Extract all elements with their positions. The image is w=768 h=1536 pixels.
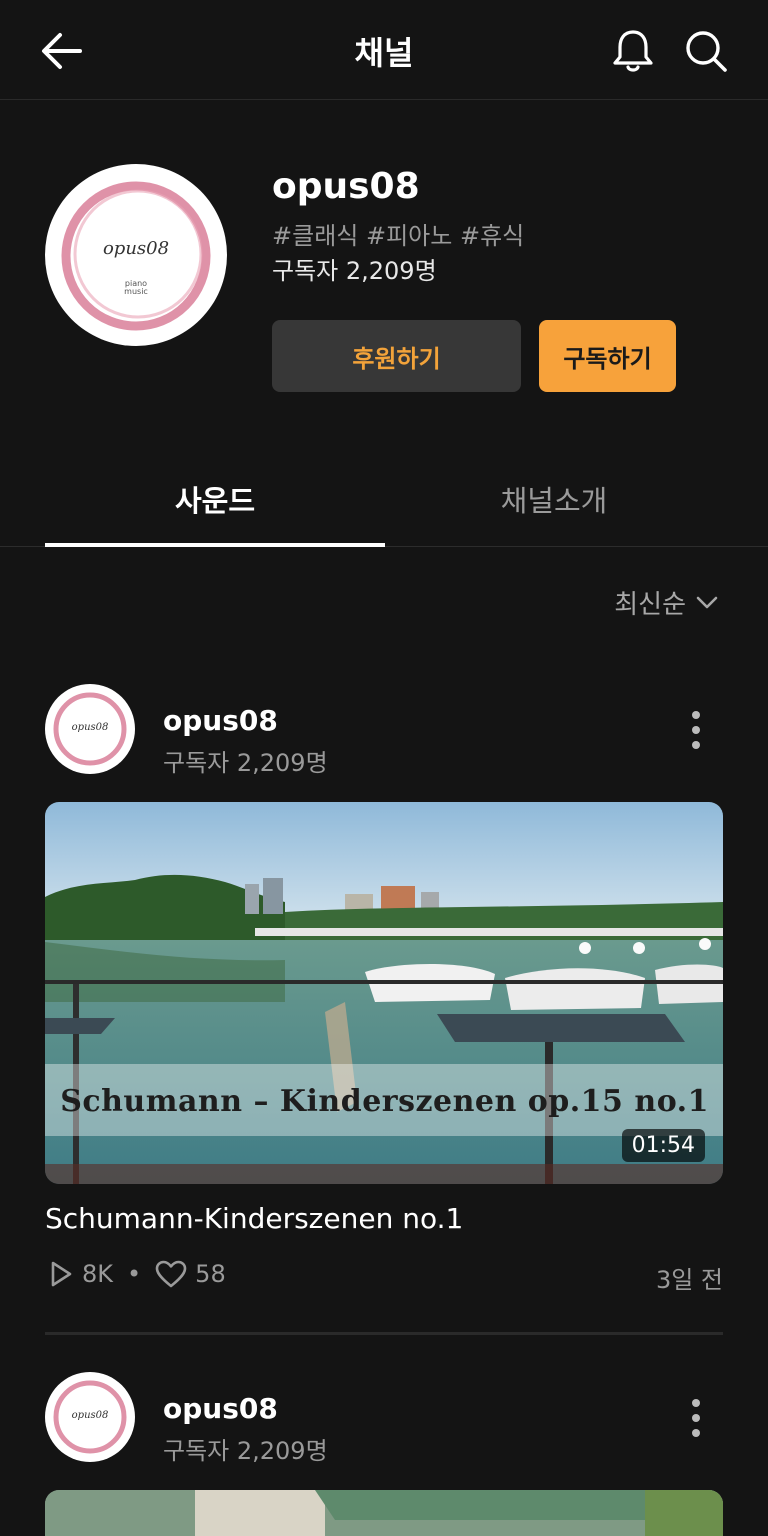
post-stats: 8K • 58 — [48, 1260, 226, 1288]
post-author-subscribers: 구독자 2,209명 — [163, 1437, 328, 1465]
channel-logo: opus08 piano music — [45, 164, 227, 346]
subscribe-button[interactable]: 구독하기 — [539, 320, 676, 392]
play-icon — [51, 1261, 72, 1287]
logo-text: opus08 — [103, 238, 169, 259]
cafe-scene-image — [45, 1490, 723, 1536]
duration-badge: 01:54 — [621, 1129, 705, 1162]
svg-text:opus08: opus08 — [72, 722, 109, 733]
channel-name: opus08 — [272, 166, 420, 207]
post-title[interactable]: Schumann-Kinderszenen no.1 — [45, 1202, 463, 1235]
top-bar: 채널 — [0, 0, 768, 100]
sort-dropdown[interactable]: 최신순 — [614, 584, 718, 621]
video-thumbnail[interactable] — [45, 1490, 723, 1536]
like-count: 58 — [195, 1260, 226, 1288]
avatar[interactable]: opus08 — [45, 1372, 135, 1462]
post-author-subscribers: 구독자 2,209명 — [163, 749, 328, 777]
channel-tags: #클래식 #피아노 #휴식 — [272, 222, 525, 250]
svg-text:opus08: opus08 — [72, 1410, 109, 1421]
channel-subscribers: 구독자 2,209명 — [272, 257, 437, 285]
post-divider — [45, 1332, 723, 1335]
video-thumbnail[interactable]: Schumann – Kinderszenen op.15 no.1 01:54 — [45, 802, 723, 1184]
svg-text:music: music — [124, 287, 148, 296]
more-options-icon[interactable] — [686, 710, 706, 750]
post-author[interactable]: opus08 — [163, 704, 278, 737]
play-count: 8K — [82, 1260, 114, 1288]
more-options-icon[interactable] — [686, 1398, 706, 1438]
search-icon[interactable] — [683, 28, 729, 74]
post-author[interactable]: opus08 — [163, 1392, 278, 1425]
sort-label: 최신순 — [614, 590, 686, 620]
chevron-down-icon — [696, 596, 718, 608]
lake-scene-image — [45, 802, 723, 1184]
tab-channel-intro[interactable]: 채널소개 — [385, 478, 723, 520]
dot-separator: • — [127, 1260, 142, 1288]
tab-sound[interactable]: 사운드 — [45, 478, 385, 520]
active-tab-indicator — [45, 543, 385, 547]
avatar[interactable]: opus08 — [45, 684, 135, 774]
bell-icon[interactable] — [610, 28, 656, 74]
heart-icon[interactable] — [155, 1260, 187, 1288]
post-date: 3일 전 — [655, 1266, 723, 1294]
thumbnail-caption: Schumann – Kinderszenen op.15 no.1 — [60, 1084, 709, 1119]
support-button[interactable]: 후원하기 — [272, 320, 521, 392]
